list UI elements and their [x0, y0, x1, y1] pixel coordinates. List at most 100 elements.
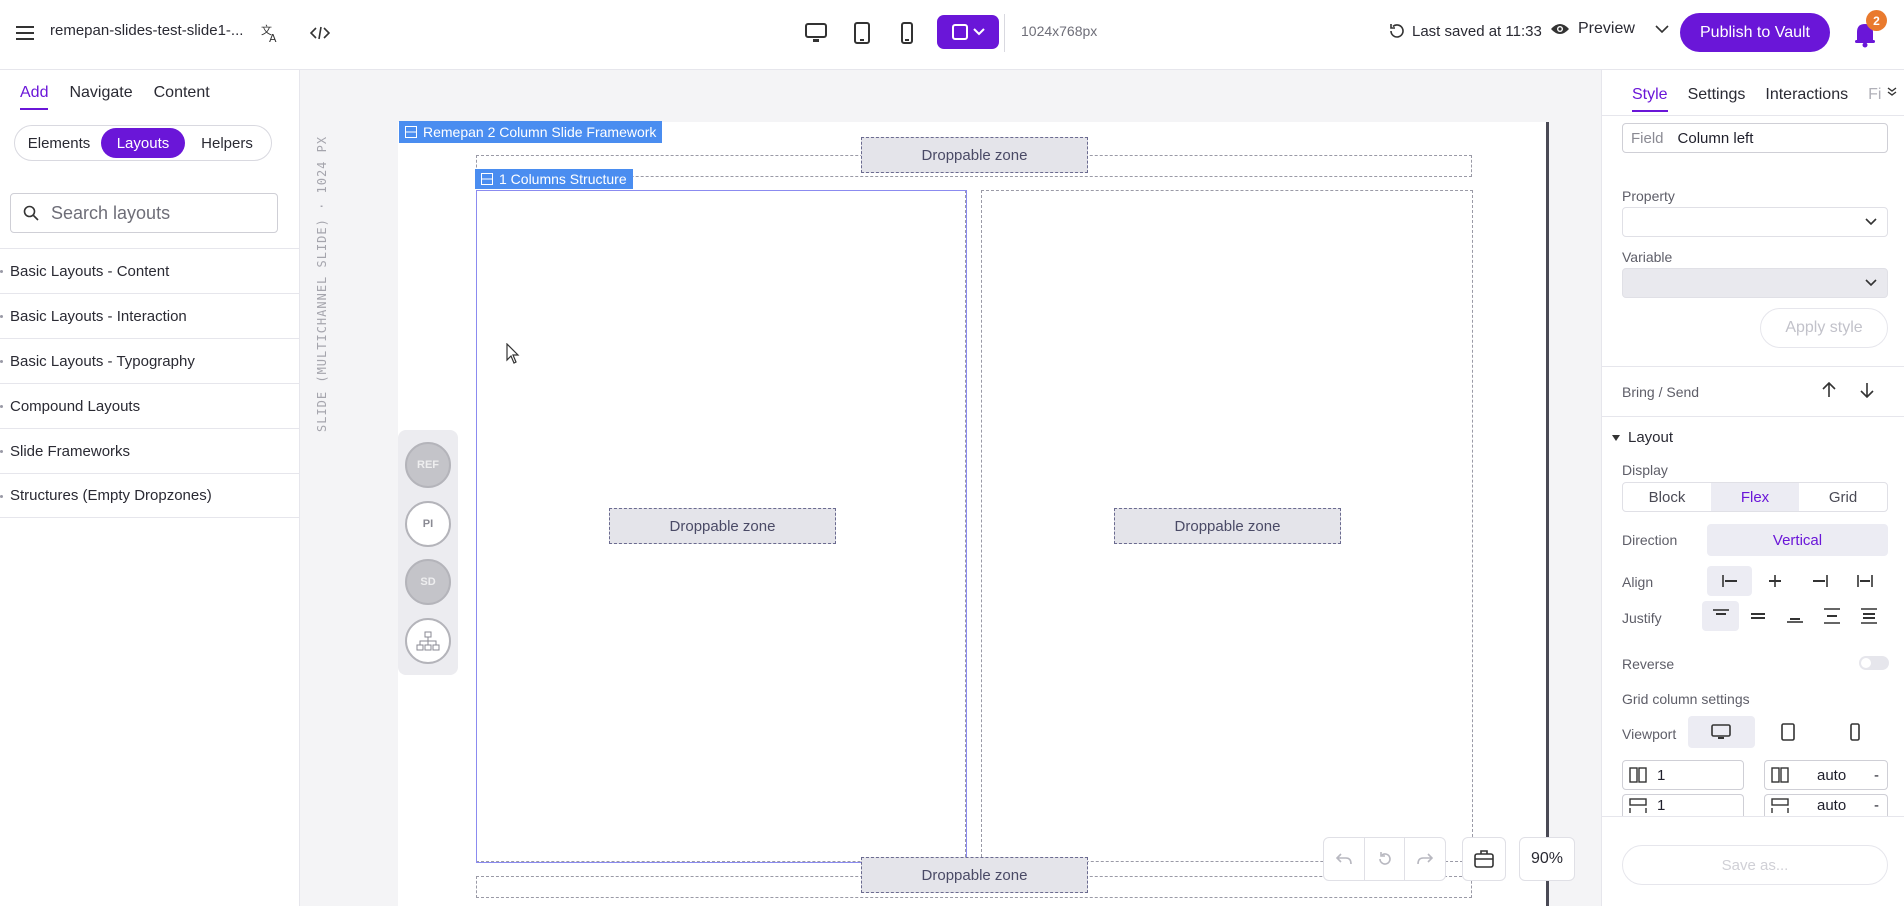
- ref-button[interactable]: REF: [405, 442, 451, 488]
- history-controls: [1323, 837, 1446, 881]
- display-block[interactable]: Block: [1623, 483, 1711, 511]
- justify-start-icon[interactable]: [1702, 601, 1740, 631]
- viewport-desktop-icon[interactable]: [1688, 716, 1755, 748]
- bring-forward-icon[interactable]: [1814, 375, 1844, 405]
- variable-select[interactable]: [1622, 268, 1888, 298]
- align-stretch-icon[interactable]: [1843, 566, 1888, 596]
- tab-navigate[interactable]: Navigate: [69, 84, 132, 110]
- zoom-level[interactable]: 90%: [1519, 837, 1575, 881]
- category-basic-layouts-typography[interactable]: Basic Layouts - Typography: [0, 338, 299, 383]
- right-droppable-zone[interactable]: Droppable zone: [1114, 508, 1341, 544]
- search-layouts-field[interactable]: [10, 193, 278, 233]
- preview-label: Preview: [1578, 20, 1635, 37]
- segment-layouts[interactable]: Layouts: [101, 128, 185, 158]
- variable-label: Variable: [1622, 249, 1673, 265]
- reset-icon[interactable]: [1365, 838, 1406, 880]
- custom-size-dropdown[interactable]: [937, 15, 999, 49]
- code-icon[interactable]: [305, 18, 335, 48]
- notification-badge: 2: [1866, 10, 1887, 31]
- divider: [1602, 416, 1904, 417]
- add-type-segmented-control: Elements Layouts Helpers: [14, 125, 272, 161]
- direction-label: Direction: [1622, 532, 1678, 548]
- left-droppable-zone[interactable]: Droppable zone: [609, 508, 836, 544]
- justify-end-icon[interactable]: [1776, 601, 1813, 631]
- redo-icon[interactable]: [1405, 838, 1445, 880]
- structure-label[interactable]: 1 Columns Structure: [475, 169, 633, 189]
- tab-style[interactable]: Style: [1632, 86, 1668, 112]
- direction-vertical-button[interactable]: Vertical: [1707, 524, 1888, 556]
- category-basic-layouts-content[interactable]: Basic Layouts - Content: [0, 248, 299, 293]
- property-select[interactable]: [1622, 207, 1888, 237]
- field-value: Column left: [1677, 129, 1754, 147]
- chevron-down-icon: [973, 28, 985, 36]
- top-droppable-zone[interactable]: Droppable zone: [861, 137, 1088, 173]
- apply-style-button[interactable]: Apply style: [1760, 308, 1888, 348]
- justify-center-icon[interactable]: [1739, 601, 1776, 631]
- rows-icon: [1629, 797, 1647, 813]
- sitemap-icon[interactable]: [405, 618, 451, 664]
- align-options: [1707, 566, 1888, 596]
- document-title[interactable]: remepan-slides-test-slide1-...: [50, 22, 243, 39]
- grid-column-settings-label: Grid column settings: [1622, 691, 1750, 707]
- right-panel: Style Settings Interactions Fi Field Col…: [1601, 70, 1904, 906]
- save-as-button[interactable]: Save as...: [1622, 845, 1888, 885]
- search-input[interactable]: [51, 202, 261, 224]
- desktop-view-icon[interactable]: [799, 16, 833, 50]
- viewport-mobile-icon[interactable]: [1821, 716, 1888, 748]
- pi-button[interactable]: PI: [405, 501, 451, 547]
- tab-settings[interactable]: Settings: [1688, 86, 1746, 112]
- clipboard-icon[interactable]: [1462, 837, 1506, 881]
- tablet-view-icon[interactable]: [845, 16, 879, 50]
- category-slide-frameworks[interactable]: Slide Frameworks: [0, 428, 299, 473]
- bottom-droppable-zone[interactable]: Droppable zone: [861, 857, 1088, 893]
- column-width-icon: [1771, 767, 1789, 783]
- display-flex[interactable]: Flex: [1711, 483, 1799, 511]
- top-toolbar: remepan-slides-test-slide1-... 文A 1024x7…: [0, 0, 1904, 70]
- display-grid[interactable]: Grid: [1799, 483, 1887, 511]
- align-end-icon[interactable]: [1798, 566, 1843, 596]
- category-structures[interactable]: Structures (Empty Dropzones): [0, 473, 299, 518]
- publish-button[interactable]: Publish to Vault: [1680, 13, 1830, 52]
- mouse-cursor-icon: [506, 343, 520, 364]
- justify-space-between-icon[interactable]: [1814, 601, 1851, 631]
- translate-icon[interactable]: 文A: [256, 18, 286, 48]
- chevron-down-icon: [1655, 25, 1669, 33]
- layout-section-toggle[interactable]: Layout: [1612, 429, 1673, 446]
- tab-fi[interactable]: Fi: [1868, 86, 1881, 112]
- tabs-divider: [1602, 115, 1904, 116]
- category-basic-layouts-interaction[interactable]: Basic Layouts - Interaction: [0, 293, 299, 338]
- save-status[interactable]: Last saved at 11:33: [1388, 22, 1542, 40]
- svg-text:A: A: [269, 32, 277, 43]
- justify-label: Justify: [1622, 610, 1662, 626]
- more-tabs-icon[interactable]: [1886, 86, 1898, 100]
- canvas-dimensions: 1024x768px: [1021, 23, 1098, 39]
- caret-down-icon: [1612, 434, 1620, 441]
- mobile-view-icon[interactable]: [890, 16, 924, 50]
- send-backward-icon[interactable]: [1852, 375, 1882, 405]
- column-width-input[interactable]: auto -: [1764, 760, 1888, 790]
- column-count-input[interactable]: 1: [1622, 760, 1744, 790]
- viewport-tablet-icon[interactable]: [1755, 716, 1822, 748]
- sd-button[interactable]: SD: [405, 559, 451, 605]
- segment-helpers[interactable]: Helpers: [185, 128, 269, 158]
- align-center-icon[interactable]: [1752, 566, 1797, 596]
- hamburger-menu-icon[interactable]: [10, 18, 40, 48]
- tab-add[interactable]: Add: [20, 84, 49, 110]
- undo-icon[interactable]: [1324, 838, 1365, 880]
- tab-interactions[interactable]: Interactions: [1765, 86, 1848, 112]
- property-label: Property: [1622, 188, 1675, 204]
- reverse-toggle[interactable]: [1859, 656, 1889, 670]
- structure-label-text: 1 Columns Structure: [499, 171, 627, 187]
- framework-label[interactable]: Remepan 2 Column Slide Framework: [399, 121, 663, 143]
- row-count-input[interactable]: 1: [1622, 794, 1744, 816]
- tab-content[interactable]: Content: [154, 84, 210, 110]
- preview-button[interactable]: Preview: [1550, 20, 1669, 38]
- row-height-icon: [1771, 797, 1789, 813]
- category-compound-layouts[interactable]: Compound Layouts: [0, 383, 299, 428]
- chevron-down-icon: [1865, 279, 1877, 287]
- justify-space-around-icon[interactable]: [1851, 601, 1888, 631]
- segment-elements[interactable]: Elements: [17, 128, 101, 158]
- row-height-input[interactable]: auto -: [1764, 794, 1888, 816]
- field-selector[interactable]: Field Column left: [1622, 123, 1888, 153]
- align-start-icon[interactable]: [1707, 566, 1753, 596]
